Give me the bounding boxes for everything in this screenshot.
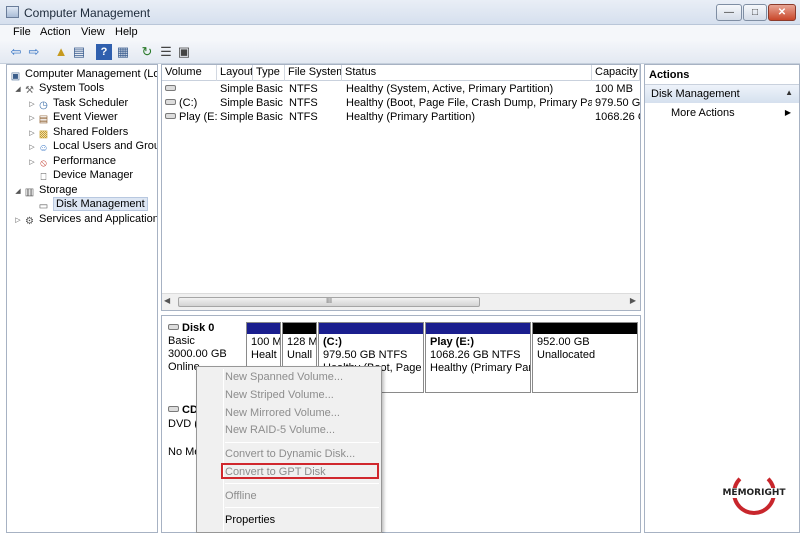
scroll-left-icon[interactable]: ◀ bbox=[164, 296, 170, 305]
properties-icon[interactable]: ☰ bbox=[158, 44, 174, 60]
volume-icon bbox=[165, 99, 176, 105]
menu-item-new-striped-volume[interactable]: New Striped Volume... bbox=[225, 387, 334, 403]
collapse-caret-icon[interactable]: ▲ bbox=[785, 88, 793, 97]
table-row[interactable]: Simple Basic NTFS Healthy (System, Activ… bbox=[162, 82, 640, 96]
tree-item-task-scheduler[interactable]: ▷ ◷ Task Scheduler bbox=[27, 96, 128, 111]
title-bar: Computer Management — □ ✕ bbox=[0, 0, 800, 25]
table-row[interactable]: (C:) Simple Basic NTFS Healthy (Boot, Pa… bbox=[162, 96, 640, 110]
tree-item-event-viewer[interactable]: ▷ ▤ Event Viewer bbox=[27, 110, 117, 126]
logo-text: MEMORIGHT bbox=[720, 488, 788, 498]
toolbar: ⇦ ⇨ ▲ ▤ ? ▦ ↻ ☰ ▣ bbox=[0, 41, 800, 64]
collapse-arrow-icon[interactable]: ◢ bbox=[13, 83, 23, 97]
column-header-file-system[interactable]: File System bbox=[285, 65, 342, 81]
menu-item-new-mirrored-volume[interactable]: New Mirrored Volume... bbox=[225, 405, 340, 421]
volume-icon bbox=[165, 85, 176, 91]
menu-separator bbox=[225, 483, 379, 484]
up-folder-icon[interactable]: ▲ bbox=[53, 44, 69, 60]
services-icon: ⚙ bbox=[25, 216, 34, 227]
column-header-capacity[interactable]: Capacity bbox=[592, 65, 640, 81]
scroll-right-icon[interactable]: ▶ bbox=[630, 296, 636, 305]
menu-item-new-spanned-volume[interactable]: New Spanned Volume... bbox=[225, 369, 343, 385]
window-title: Computer Management bbox=[24, 6, 151, 20]
menu-item-properties[interactable]: Properties bbox=[225, 512, 275, 528]
close-button[interactable]: ✕ bbox=[768, 4, 796, 21]
horizontal-scrollbar[interactable]: ◀ III ▶ bbox=[162, 293, 640, 310]
partition-unallocated[interactable]: 952.00 GB Unallocated bbox=[532, 322, 638, 393]
disk-0-type: Basic bbox=[168, 335, 195, 347]
tree-item-storage[interactable]: ◢ ▥ Storage bbox=[13, 183, 77, 199]
navigation-tree: ▣Computer Management (Local ◢⚒System Too… bbox=[6, 64, 158, 533]
column-header-volume[interactable]: Volume bbox=[162, 65, 217, 81]
refresh-icon[interactable]: ↻ bbox=[139, 44, 155, 60]
expand-arrow-icon[interactable]: ▷ bbox=[27, 112, 37, 126]
export-icon[interactable]: ▣ bbox=[176, 44, 192, 60]
forward-icon[interactable]: ⇨ bbox=[26, 44, 42, 60]
expand-arrow-icon[interactable]: ▷ bbox=[27, 141, 37, 155]
highlight-box bbox=[221, 463, 379, 479]
back-icon[interactable]: ⇦ bbox=[8, 44, 24, 60]
tree-item-shared-folders[interactable]: ▷ ▩ Shared Folders bbox=[27, 125, 128, 140]
menu-file[interactable]: File bbox=[13, 26, 31, 38]
volume-list: Volume Layout Type File System Status Ca… bbox=[161, 64, 641, 311]
scrollbar-thumb[interactable]: III bbox=[178, 297, 480, 307]
volume-icon bbox=[165, 113, 176, 119]
disk-0-size: 3000.00 GB bbox=[168, 348, 227, 360]
column-header-type[interactable]: Type bbox=[253, 65, 285, 81]
tree-item-local-users-groups[interactable]: ▷☺Local Users and Groups bbox=[27, 139, 157, 155]
tree-item-system-tools[interactable]: ◢ ⚒ System Tools bbox=[13, 81, 104, 97]
console-view-icon[interactable]: ▦ bbox=[115, 44, 131, 60]
table-row[interactable]: Play (E:) Simple Basic NTFS Healthy (Pri… bbox=[162, 110, 640, 124]
tree-item-computer-management[interactable]: ▣Computer Management (Local bbox=[9, 67, 157, 82]
menu-action[interactable]: Action bbox=[40, 26, 71, 38]
partition-play-e[interactable]: Play (E:) 1068.26 GB NTFS Healthy (Primary… bbox=[425, 322, 531, 393]
menu-separator bbox=[225, 442, 379, 443]
cdrom-icon bbox=[168, 406, 179, 412]
submenu-arrow-icon: ▶ bbox=[784, 108, 791, 117]
menu-separator bbox=[225, 507, 379, 508]
menu-item-offline[interactable]: Offline bbox=[225, 488, 257, 504]
disk-icon bbox=[168, 324, 179, 330]
column-header-layout[interactable]: Layout bbox=[217, 65, 253, 81]
collapse-arrow-icon[interactable]: ◢ bbox=[13, 185, 23, 199]
show-hide-tree-icon[interactable]: ▤ bbox=[71, 44, 87, 60]
memoright-logo: MEMORIGHT bbox=[720, 471, 788, 523]
actions-pane: Actions Disk Management ▲ More Actions ▶ bbox=[644, 64, 800, 533]
minimize-button[interactable]: — bbox=[716, 4, 742, 21]
tree-item-services-applications[interactable]: ▷ ⚙ Services and Applications bbox=[13, 212, 157, 228]
menu-view[interactable]: View bbox=[81, 26, 105, 38]
context-menu: New Spanned Volume... New Striped Volume… bbox=[196, 366, 382, 533]
disk-0-name: Disk 0 bbox=[182, 322, 215, 334]
tree-item-disk-management[interactable]: ▭ Disk Management bbox=[27, 197, 148, 212]
more-actions-item[interactable]: More Actions bbox=[671, 107, 735, 119]
menu-item-new-raid5-volume[interactable]: New RAID-5 Volume... bbox=[225, 422, 335, 438]
menu-bar: File Action View Help bbox=[0, 25, 800, 41]
menu-item-convert-dynamic-disk[interactable]: Convert to Dynamic Disk... bbox=[225, 446, 355, 462]
help-icon[interactable]: ? bbox=[96, 44, 112, 60]
volume-list-header: Volume Layout Type File System Status Ca… bbox=[162, 65, 640, 81]
actions-section-disk-management[interactable]: Disk Management ▲ bbox=[645, 85, 799, 103]
column-header-status[interactable]: Status bbox=[342, 65, 592, 81]
actions-header: Actions bbox=[645, 65, 799, 85]
menu-help[interactable]: Help bbox=[115, 26, 138, 38]
computer-management-icon bbox=[6, 6, 19, 18]
tree-item-device-manager[interactable]: ⎕ Device Manager bbox=[27, 168, 134, 183]
expand-arrow-icon[interactable]: ▷ bbox=[13, 214, 23, 228]
tree-item-performance[interactable]: ▷ ⦸ Performance bbox=[27, 154, 116, 169]
maximize-button[interactable]: □ bbox=[743, 4, 767, 21]
